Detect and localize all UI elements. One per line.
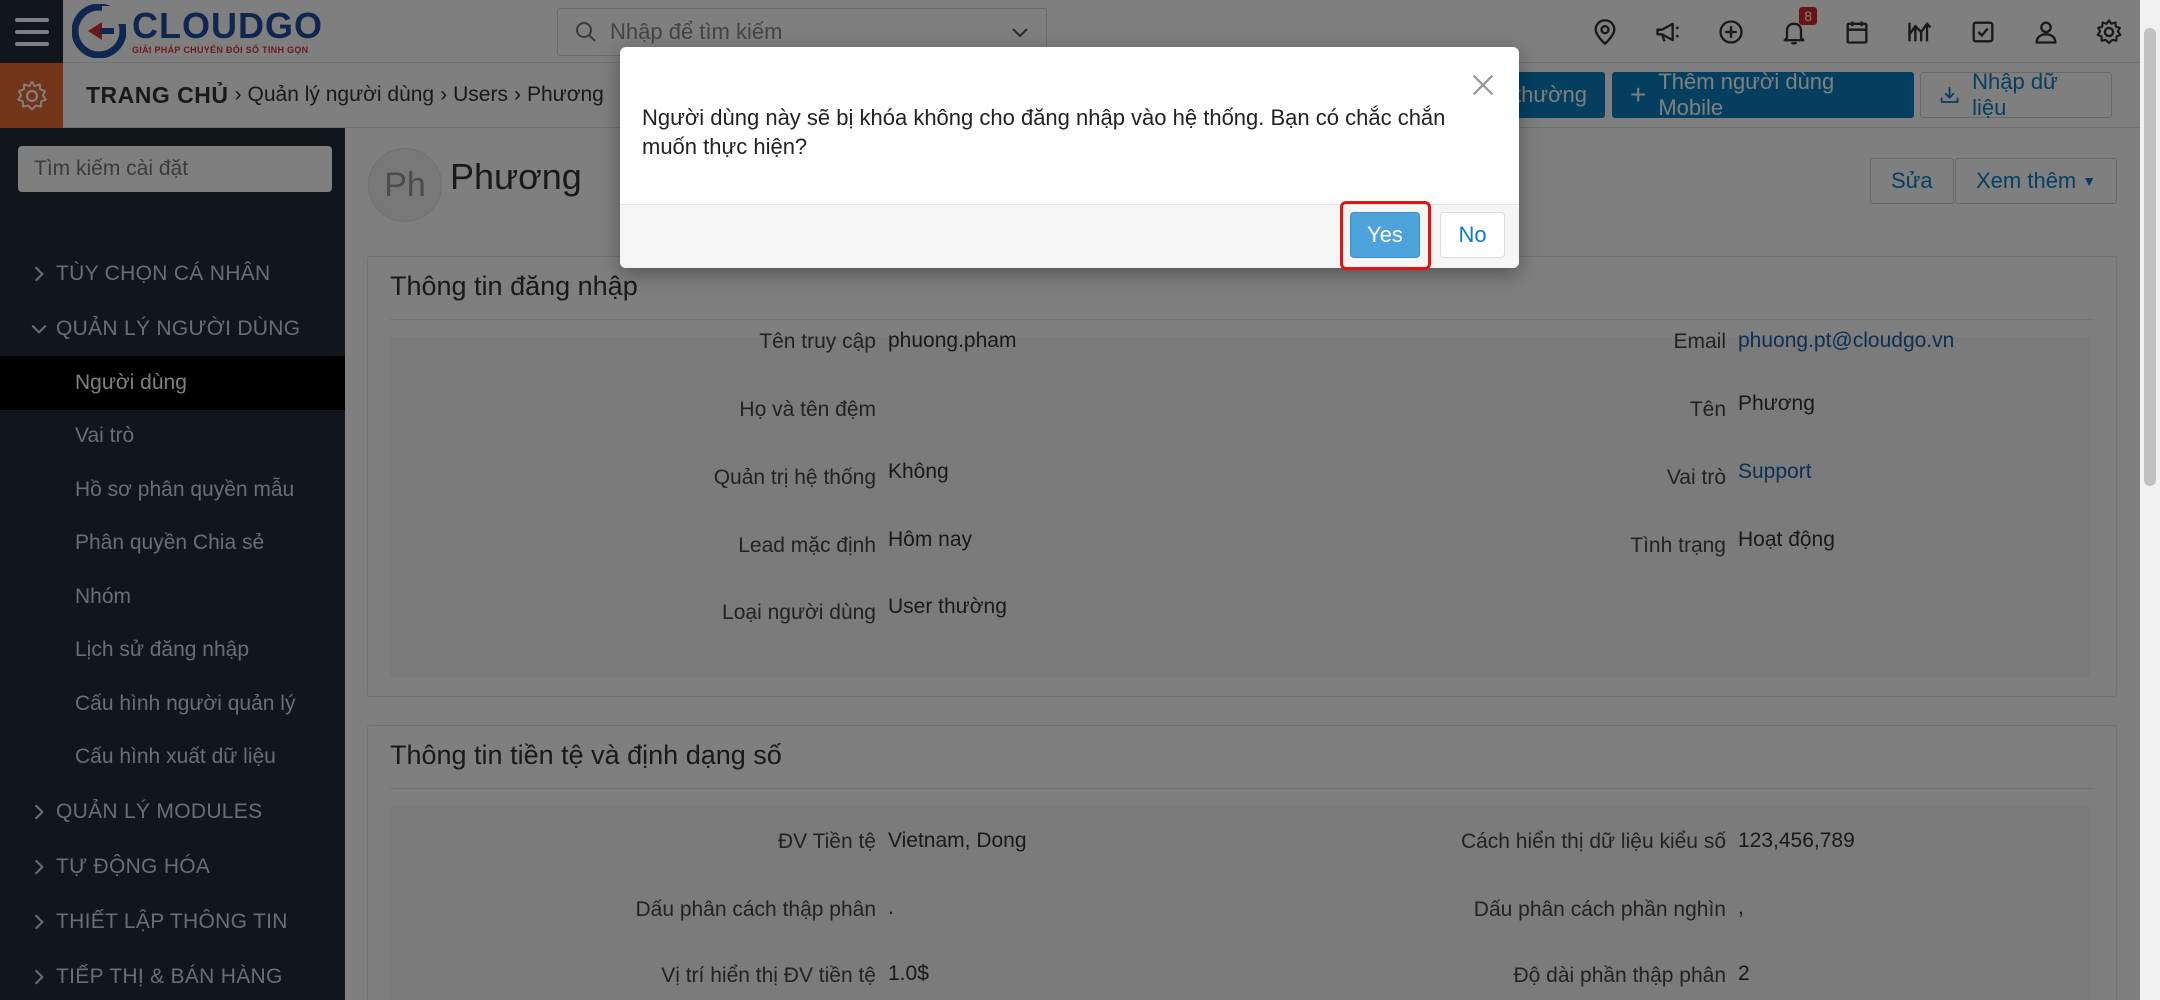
yes-button[interactable]: Yes (1350, 212, 1420, 258)
page-scrollbar[interactable] (2140, 0, 2160, 1000)
dialog-message: Người dùng này sẽ bị khóa không cho đăng… (642, 105, 1446, 159)
confirm-lock-dialog: Người dùng này sẽ bị khóa không cho đăng… (620, 47, 1519, 270)
dialog-footer: Yes No (620, 201, 1519, 270)
close-icon[interactable] (1469, 71, 1497, 99)
no-button[interactable]: No (1440, 212, 1505, 258)
scrollbar-thumb[interactable] (2144, 28, 2156, 486)
